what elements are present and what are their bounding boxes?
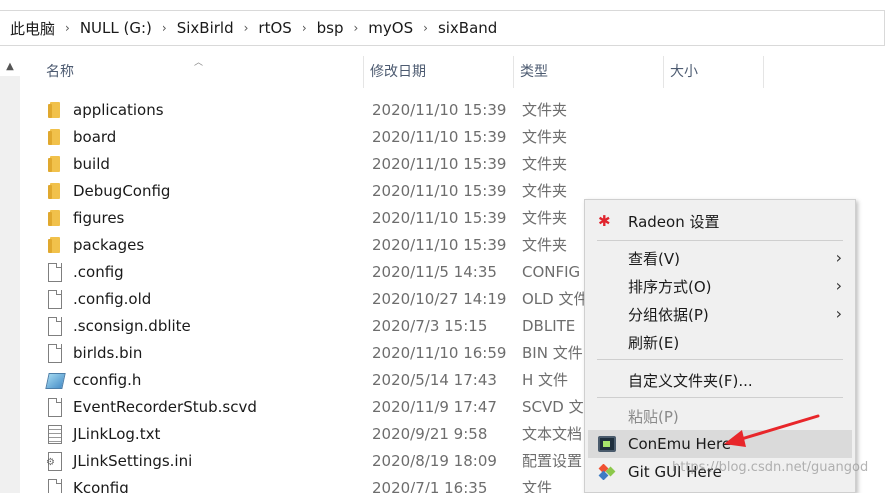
chevron-right-icon[interactable]: ›: [238, 21, 255, 35]
folder-icon: [46, 209, 62, 227]
menu-item-group-by[interactable]: 分组依据(P) ›: [588, 300, 852, 328]
settings-file-icon: [46, 451, 62, 471]
chevron-right-icon[interactable]: ›: [347, 21, 364, 35]
menu-divider: [597, 359, 843, 360]
file-date: 2020/11/10 15:39: [372, 154, 507, 173]
file-name: packages: [73, 235, 145, 254]
menu-item-conemu-here[interactable]: ConEmu Here: [588, 430, 852, 458]
column-header-type[interactable]: 类型: [514, 56, 664, 88]
menu-item-sort-by[interactable]: 排序方式(O) ›: [588, 272, 852, 300]
radeon-icon: ✱: [598, 212, 611, 230]
file-date: 2020/11/10 15:39: [372, 127, 507, 146]
file-type: 文件夹: [522, 101, 568, 119]
folder-icon: [46, 128, 62, 146]
file-name: JLinkSettings.ini: [73, 451, 193, 470]
file-icon: [46, 316, 62, 336]
column-header-name[interactable]: ︿ 名称: [20, 56, 364, 88]
file-name: JLinkLog.txt: [73, 424, 161, 443]
folder-icon: [46, 236, 62, 254]
file-name: figures: [73, 208, 125, 227]
file-date: 2020/11/9 17:47: [372, 397, 497, 416]
breadcrumb-sixband[interactable]: sixBand: [434, 19, 501, 37]
watermark: https://blog.csdn.net/guangod: [672, 460, 869, 475]
file-name: .sconsign.dblite: [73, 316, 191, 335]
file-date: 2020/7/1 16:35: [372, 478, 488, 493]
file-date: 2020/11/5 14:35: [372, 262, 497, 281]
file-type: 文件夹: [522, 155, 568, 173]
file-date: 2020/5/14 17:43: [372, 370, 497, 389]
file-icon: [46, 289, 62, 309]
file-row[interactable]: build 2020/11/10 15:39 文件夹: [20, 150, 887, 177]
chevron-right-icon[interactable]: ›: [59, 21, 76, 35]
file-name: Kconfig: [73, 478, 129, 493]
breadcrumb-myos[interactable]: myOS: [364, 19, 417, 37]
chevron-right-icon[interactable]: ›: [156, 21, 173, 35]
breadcrumb-drive[interactable]: NULL (G:): [76, 19, 156, 37]
column-header-size[interactable]: 大小: [664, 56, 764, 88]
file-date: 2020/11/10 16:59: [372, 343, 507, 362]
file-name: .config: [73, 262, 124, 281]
file-name: EventRecorderStub.scvd: [73, 397, 257, 416]
chevron-right-icon[interactable]: ›: [417, 21, 434, 35]
context-menu: ✱ Radeon 设置 查看(V) › 排序方式(O) › 分组依据(P) › …: [584, 199, 856, 493]
file-date: 2020/11/10 15:39: [372, 100, 507, 119]
sort-ascending-icon: ︿: [194, 58, 204, 68]
file-date: 2020/11/10 15:39: [372, 181, 507, 200]
menu-item-view[interactable]: 查看(V) ›: [588, 244, 852, 272]
file-date: 2020/11/10 15:39: [372, 235, 507, 254]
file-icon: [46, 397, 62, 417]
file-name: birlds.bin: [73, 343, 143, 362]
file-date: 2020/11/10 15:39: [372, 208, 507, 227]
menu-item-customize-folder[interactable]: 自定义文件夹(F)...: [588, 366, 852, 394]
conemu-icon: [598, 436, 616, 452]
menu-divider: [597, 397, 843, 398]
file-icon: [46, 262, 62, 282]
folder-icon: [46, 155, 62, 173]
column-header: ︿ 名称 修改日期 类型 大小: [20, 56, 887, 88]
file-name: cconfig.h: [73, 370, 142, 389]
folder-icon: [46, 182, 62, 200]
file-name: .config.old: [73, 289, 152, 308]
h-file-icon: [46, 371, 62, 389]
file-date: 2020/7/3 15:15: [372, 316, 488, 335]
file-type: 文件夹: [522, 128, 568, 146]
folder-icon: [46, 101, 62, 119]
file-row[interactable]: applications 2020/11/10 15:39 文件夹: [20, 96, 887, 123]
menu-item-paste[interactable]: 粘贴(P): [588, 402, 852, 430]
git-bash-icon: [598, 488, 616, 493]
menu-item-radeon-settings[interactable]: ✱ Radeon 设置: [588, 207, 852, 235]
column-header-date[interactable]: 修改日期: [364, 56, 514, 88]
file-date: 2020/9/21 9:58: [372, 424, 488, 443]
file-name: applications: [73, 100, 164, 119]
file-type: 文件夹: [522, 182, 568, 200]
menu-item-refresh[interactable]: 刷新(E): [588, 328, 852, 356]
file-name: build: [73, 154, 110, 173]
address-bar: 此电脑 › NULL (G:) › SixBirld › rtOS › bsp …: [0, 0, 887, 56]
submenu-arrow-icon: ›: [835, 248, 842, 267]
file-icon: [46, 343, 62, 363]
git-gui-icon: [598, 463, 616, 481]
file-name: board: [73, 127, 117, 146]
breadcrumb-rtos[interactable]: rtOS: [254, 19, 295, 37]
file-icon: [46, 478, 62, 493]
breadcrumb-this-pc[interactable]: 此电脑: [6, 18, 59, 39]
breadcrumb[interactable]: 此电脑 › NULL (G:) › SixBirld › rtOS › bsp …: [0, 10, 885, 46]
text-file-icon: [46, 424, 62, 444]
submenu-arrow-icon: ›: [835, 304, 842, 323]
scroll-up-arrow-icon[interactable]: ▲: [0, 56, 20, 76]
file-row[interactable]: board 2020/11/10 15:39 文件夹: [20, 123, 887, 150]
menu-item-next-partial[interactable]: [588, 486, 852, 493]
breadcrumb-sixbirld[interactable]: SixBirld: [173, 19, 238, 37]
submenu-arrow-icon: ›: [835, 276, 842, 295]
file-date: 2020/10/27 14:19: [372, 289, 507, 308]
chevron-right-icon[interactable]: ›: [296, 21, 313, 35]
file-date: 2020/8/19 18:09: [372, 451, 497, 470]
file-name: DebugConfig: [73, 181, 171, 200]
navigation-pane-scrollbar[interactable]: [0, 76, 20, 493]
breadcrumb-bsp[interactable]: bsp: [313, 19, 348, 37]
menu-divider: [597, 240, 843, 241]
